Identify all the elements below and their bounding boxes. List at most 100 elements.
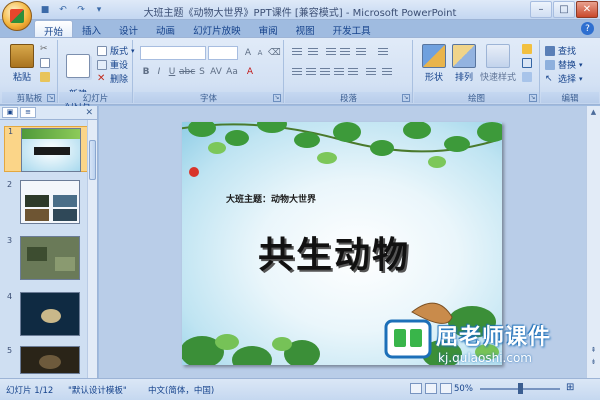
italic-icon[interactable]: I <box>153 66 165 78</box>
slide-thumbnail-image <box>20 236 80 280</box>
slide-sorter-view-icon[interactable] <box>425 383 437 394</box>
binoculars-icon <box>545 45 555 56</box>
reset-icon <box>97 59 107 70</box>
underline-icon[interactable]: U <box>166 66 178 78</box>
paragraph-group-label: 段落 ↘ <box>285 92 412 104</box>
zoom-slider-thumb[interactable] <box>518 383 523 394</box>
line-spacing-icon[interactable] <box>355 46 367 58</box>
shape-fill-button[interactable] <box>522 44 532 54</box>
tab-home[interactable]: 开始 <box>34 20 74 38</box>
font-name-box[interactable] <box>140 46 206 60</box>
layout-icon <box>97 45 107 56</box>
font-size-box[interactable] <box>208 46 238 60</box>
close-panel-icon[interactable]: ✕ <box>85 108 93 118</box>
slideshow-view-icon[interactable] <box>440 383 452 394</box>
bold-icon[interactable]: B <box>140 66 152 78</box>
distribute-icon[interactable] <box>347 66 359 78</box>
tab-developer[interactable]: 开发工具 <box>324 20 380 38</box>
watermark-logo-icon <box>384 319 432 359</box>
drawing-group-label: 绘图 ↘ <box>414 92 539 104</box>
change-case-icon[interactable]: Aa <box>226 66 238 78</box>
font-group: A A ⌫ B I U abc S AV Aa A 字体 ↘ <box>134 40 284 104</box>
shapes-icon <box>422 44 446 68</box>
slides-panel: ▣ ≡ ✕ 1 2 3 4 5 <box>0 106 98 378</box>
dialog-launcher-icon[interactable]: ↘ <box>47 94 55 102</box>
slides-tab[interactable]: ▣ <box>2 107 18 118</box>
select-button[interactable]: ↖ 选择 ▾ <box>545 72 583 86</box>
replace-button[interactable]: 替换 ▾ <box>545 58 583 71</box>
shape-effects-button[interactable] <box>522 72 532 82</box>
close-button[interactable]: ✕ <box>576 1 598 18</box>
tab-insert[interactable]: 插入 <box>73 20 110 38</box>
find-button[interactable]: 查找 <box>545 44 576 57</box>
dialog-launcher-icon[interactable]: ↘ <box>273 94 281 102</box>
maximize-button[interactable]: □ <box>553 1 575 18</box>
strikethrough-icon[interactable]: abc <box>179 66 195 78</box>
slide-thumbnail-image <box>21 128 81 172</box>
help-icon[interactable]: ? <box>581 22 594 35</box>
cut-button[interactable]: ✂ <box>40 44 50 54</box>
tab-review[interactable]: 审阅 <box>250 20 287 38</box>
scroll-up-icon[interactable]: ▲ <box>589 108 598 117</box>
slide-thumbnail[interactable]: 2 <box>4 180 92 226</box>
slide-thumbnail[interactable]: 4 <box>4 292 92 338</box>
slide-thumbnail[interactable]: 3 <box>4 236 92 282</box>
quick-styles-button[interactable]: 快速样式 <box>478 44 518 83</box>
tab-design[interactable]: 设计 <box>110 20 147 38</box>
tab-animation[interactable]: 动画 <box>147 20 184 38</box>
tab-view[interactable]: 视图 <box>287 20 324 38</box>
clipboard-group-label: 剪贴板 ↘ <box>2 92 57 104</box>
paste-button[interactable]: 粘贴 <box>8 44 36 83</box>
columns-icon[interactable] <box>365 66 377 78</box>
select-arrow-icon: ↖ <box>545 73 553 84</box>
slide-counter: 幻灯片 1/12 <box>6 386 54 396</box>
delete-slide-button[interactable]: ✕ 删除 <box>97 72 128 85</box>
layout-button[interactable]: 版式 ▾ <box>97 44 135 57</box>
slide-subtitle[interactable]: 大班主题：动物大世界 <box>226 192 316 205</box>
normal-view-icon[interactable] <box>410 383 422 394</box>
shapes-button[interactable]: 形状 <box>420 44 448 83</box>
format-painter-button[interactable] <box>40 72 50 82</box>
font-group-label: 字体 ↘ <box>134 92 283 104</box>
text-direction-icon[interactable] <box>377 46 389 58</box>
zoom-level[interactable]: 50% <box>454 384 473 394</box>
outline-tab[interactable]: ≡ <box>20 107 36 118</box>
scroll-thumb[interactable] <box>89 140 96 180</box>
dialog-launcher-icon[interactable]: ↘ <box>529 94 537 102</box>
fit-to-window-icon[interactable]: ⊞ <box>566 382 574 393</box>
numbering-icon[interactable] <box>307 46 319 58</box>
panel-scrollbar[interactable] <box>87 120 97 378</box>
reset-button[interactable]: 重设 <box>97 58 128 71</box>
tab-slideshow[interactable]: 幻灯片放映 <box>184 20 250 38</box>
bullets-icon[interactable] <box>291 46 303 58</box>
effects-icon <box>522 72 532 82</box>
outline-icon <box>522 58 532 68</box>
align-center-icon[interactable] <box>305 66 317 78</box>
dialog-launcher-icon[interactable]: ↘ <box>402 94 410 102</box>
slide-thumbnail-image <box>20 180 80 224</box>
minimize-button[interactable]: – <box>530 1 552 18</box>
font-color-icon[interactable]: A <box>244 66 256 78</box>
grow-font-icon[interactable]: A <box>242 47 254 59</box>
char-spacing-icon[interactable]: AV <box>210 66 222 78</box>
increase-indent-icon[interactable] <box>339 46 351 58</box>
align-left-icon[interactable] <box>291 66 303 78</box>
shadow-icon[interactable]: S <box>196 66 208 78</box>
view-buttons <box>410 383 452 394</box>
office-button[interactable] <box>2 1 32 31</box>
arrange-button[interactable]: 排列 <box>450 44 478 83</box>
clear-format-icon[interactable]: ⌫ <box>268 47 281 59</box>
new-slide-icon <box>66 54 90 78</box>
justify-icon[interactable] <box>333 66 345 78</box>
shrink-font-icon[interactable]: A <box>254 47 266 59</box>
align-text-icon[interactable] <box>381 66 393 78</box>
slide-title[interactable]: 共生动物 <box>258 226 410 278</box>
paste-icon <box>10 44 34 68</box>
align-right-icon[interactable] <box>319 66 331 78</box>
slide-thumbnail[interactable]: 5 <box>4 346 92 376</box>
decrease-indent-icon[interactable] <box>325 46 337 58</box>
slide-thumbnail[interactable]: 1 <box>4 126 92 172</box>
copy-button[interactable] <box>40 58 50 68</box>
shape-outline-button[interactable] <box>522 58 532 68</box>
cut-icon: ✂ <box>40 44 48 54</box>
